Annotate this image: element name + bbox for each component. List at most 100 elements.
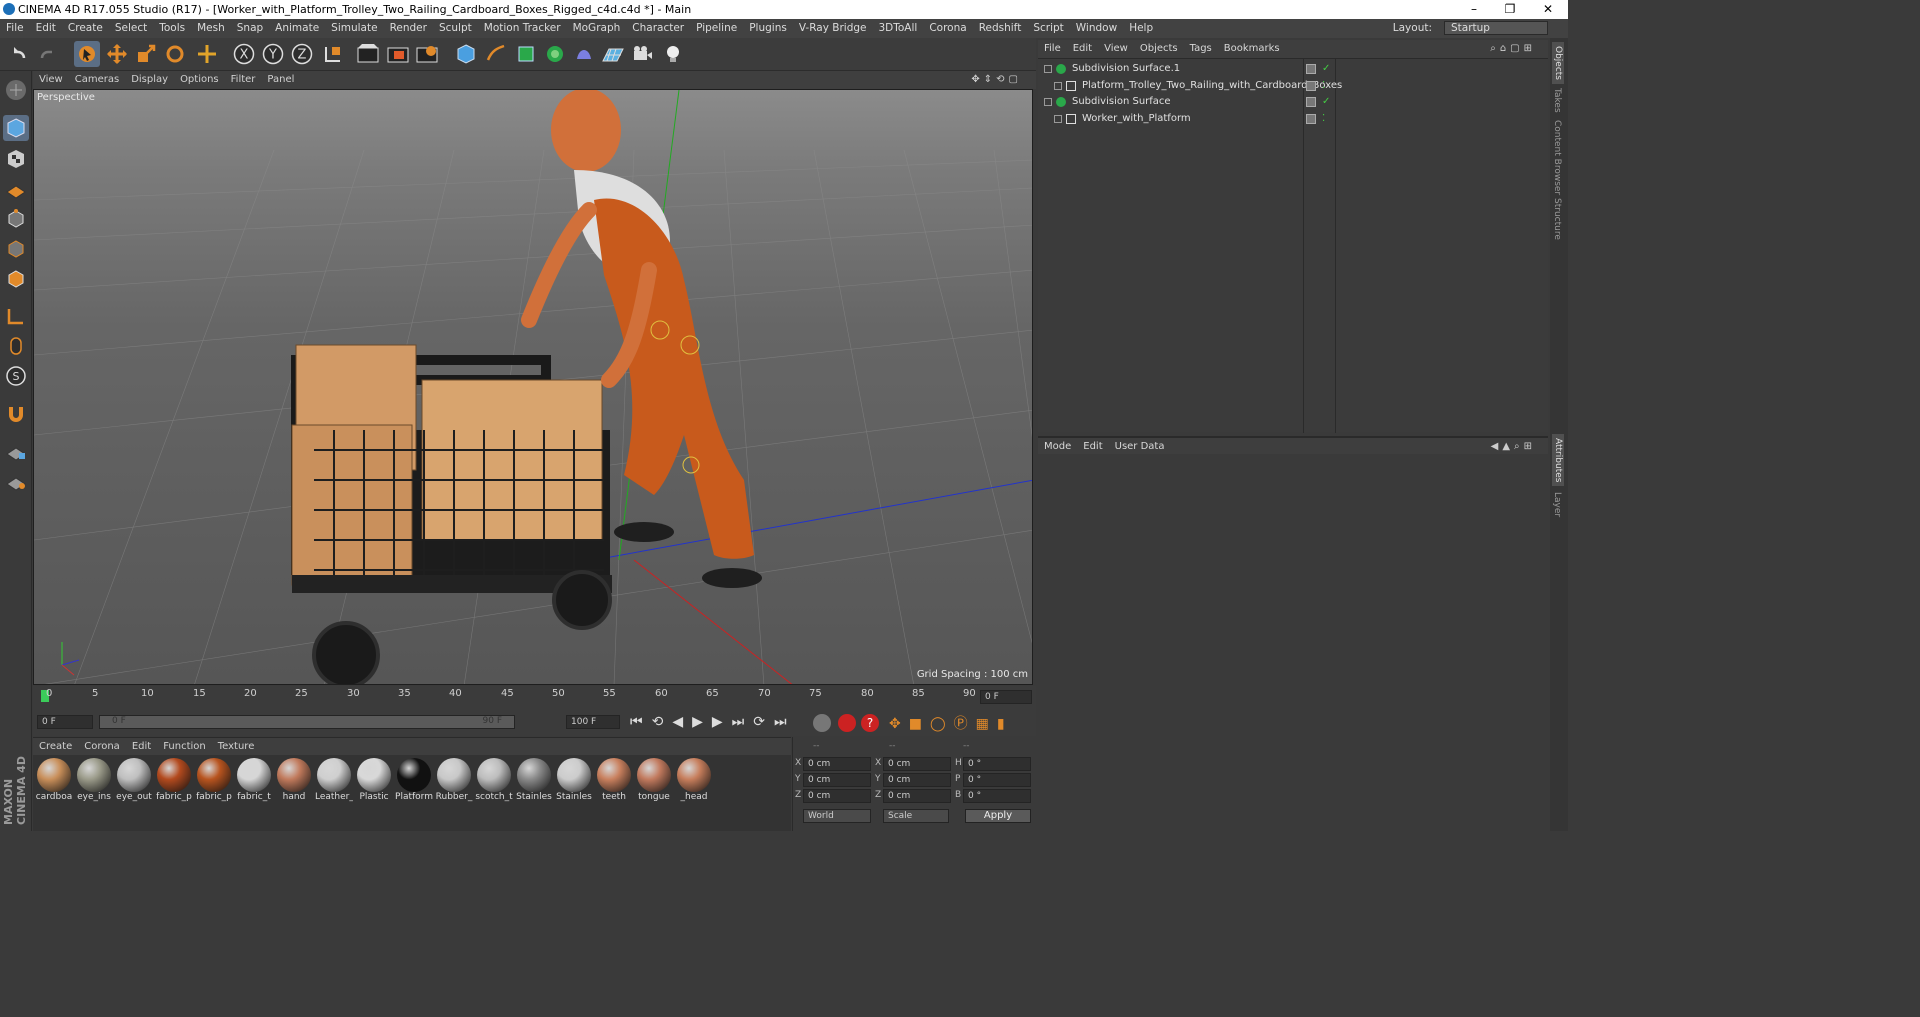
render-settings-icon[interactable] <box>414 41 440 67</box>
make-editable-icon[interactable] <box>3 77 29 103</box>
menu-mograph[interactable]: MoGraph <box>567 19 627 37</box>
material-swatch[interactable]: hand <box>275 757 313 805</box>
viewport-menu-view[interactable]: View <box>33 71 69 89</box>
mat-menu-function[interactable]: Function <box>157 738 212 756</box>
menu-redshift[interactable]: Redshift <box>973 19 1028 37</box>
object-name[interactable]: Subdivision Surface <box>1072 94 1171 110</box>
coord-value-field[interactable]: 0 cm <box>883 789 951 803</box>
keyframe-help-icon[interactable]: ? <box>861 714 879 732</box>
coord-value-field[interactable]: 0 ° <box>963 789 1031 803</box>
material-swatch[interactable]: Stainles <box>515 757 553 805</box>
z-axis-lock-button[interactable]: Z <box>289 41 315 67</box>
texture-mode-icon[interactable] <box>3 146 29 172</box>
material-swatch[interactable]: fabric_p <box>195 757 233 805</box>
expand-toggle-icon[interactable] <box>1044 65 1052 73</box>
menu-tools[interactable]: Tools <box>153 19 191 37</box>
tab-structure[interactable]: Structure <box>1552 198 1562 240</box>
object-manager-tools-icons[interactable]: ⌕⌂▢⊞ <box>1484 40 1542 58</box>
coord-value-field[interactable]: 0 ° <box>963 757 1031 771</box>
snap-icon[interactable]: S <box>3 363 29 389</box>
undo-icon[interactable] <box>6 41 32 67</box>
menu-snap[interactable]: Snap <box>231 19 269 37</box>
transform-tool-icon[interactable] <box>194 41 220 67</box>
tab-attributes[interactable]: Attributes <box>1552 434 1564 487</box>
pen-spline-icon[interactable] <box>483 41 509 67</box>
enabled-check-icon[interactable]: ✓ <box>1322 94 1330 110</box>
material-swatch[interactable]: Stainles <box>555 757 593 805</box>
object-row[interactable]: Subdivision Surface.1 ✓ <box>1038 61 1548 77</box>
expand-toggle-icon[interactable] <box>1044 98 1052 106</box>
current-frame-field[interactable]: 0 F <box>980 690 1032 704</box>
menu-window[interactable]: Window <box>1070 19 1123 37</box>
scale-tool-icon[interactable] <box>133 41 159 67</box>
move-tool-icon[interactable] <box>104 41 130 67</box>
menu-edit[interactable]: Edit <box>30 19 62 37</box>
render-dots-icon[interactable]: ⁚ <box>1322 78 1325 94</box>
material-swatch[interactable]: teeth <box>595 757 633 805</box>
material-swatch[interactable]: _head <box>675 757 713 805</box>
redo-icon[interactable] <box>34 41 60 67</box>
end-frame-field[interactable]: 100 F <box>566 715 620 729</box>
render-region-icon[interactable] <box>385 41 411 67</box>
render-view-icon[interactable] <box>355 41 381 67</box>
workplane-lock-icon[interactable] <box>3 438 29 464</box>
record-off-icon[interactable] <box>813 714 831 732</box>
workplane-mode-icon[interactable] <box>3 176 29 202</box>
obj-menu-view[interactable]: View <box>1098 40 1134 58</box>
coord-value-field[interactable]: 0 ° <box>963 773 1031 787</box>
material-swatch[interactable]: eye_out <box>115 757 153 805</box>
tab-takes[interactable]: Takes <box>1552 88 1562 113</box>
object-row[interactable]: Worker_with_Platform ⁚ <box>1038 111 1548 127</box>
object-name[interactable]: Subdivision Surface.1 <box>1072 61 1180 77</box>
tab-objects[interactable]: Objects <box>1552 42 1564 85</box>
playback-controls[interactable]: ⏮︎⟲◀︎▶︎▶︎⏭︎⟳⏭︎ <box>630 714 796 730</box>
object-row[interactable]: Platform_Trolley_Two_Railing_with_Cardbo… <box>1038 78 1548 94</box>
edges-mode-icon[interactable] <box>3 236 29 262</box>
minimize-button[interactable]: – <box>1456 0 1492 19</box>
array-cloner-icon[interactable] <box>542 41 568 67</box>
mat-menu-corona[interactable]: Corona <box>78 738 126 756</box>
material-swatch[interactable]: cardboa <box>35 757 73 805</box>
menu-select[interactable]: Select <box>109 19 153 37</box>
render-dots-icon[interactable]: ⁚ <box>1322 111 1325 127</box>
material-swatch[interactable]: fabric_t <box>235 757 273 805</box>
material-swatch[interactable]: fabric_p <box>155 757 193 805</box>
axis-mode-icon[interactable] <box>3 303 29 329</box>
expand-toggle-icon[interactable] <box>1054 114 1062 123</box>
key-track-icons[interactable]: ✥■◯Ⓟ▦▮ <box>889 713 1029 733</box>
start-frame-field[interactable]: 0 F <box>37 715 93 729</box>
material-swatch[interactable]: tongue <box>635 757 673 805</box>
apply-button[interactable]: Apply <box>965 809 1031 823</box>
material-swatch[interactable]: Leather_ <box>315 757 353 805</box>
workplane-snap-icon[interactable] <box>3 468 29 494</box>
mat-menu-create[interactable]: Create <box>33 738 78 756</box>
expand-toggle-icon[interactable] <box>1054 81 1062 90</box>
subdivision-surface-icon[interactable] <box>513 41 539 67</box>
menu-character[interactable]: Character <box>626 19 690 37</box>
menu-create[interactable]: Create <box>62 19 109 37</box>
obj-menu-file[interactable]: File <box>1038 40 1067 58</box>
floor-object-icon[interactable] <box>600 41 626 67</box>
viewport-nav-icons[interactable]: ✥⇕⟲▢ <box>965 71 1028 89</box>
menu-motion-tracker[interactable]: Motion Tracker <box>478 19 567 37</box>
x-axis-lock-button[interactable]: X <box>231 41 257 67</box>
menu-help[interactable]: Help <box>1123 19 1159 37</box>
coord-world-select[interactable]: World <box>803 809 871 823</box>
material-swatch[interactable]: Plastic <box>355 757 393 805</box>
frame-range-slider[interactable]: 0 F 90 F <box>99 715 515 729</box>
close-button[interactable]: ✕ <box>1530 0 1566 19</box>
coord-value-field[interactable]: 0 cm <box>803 789 871 803</box>
layer-visibility-icon[interactable] <box>1306 97 1316 107</box>
cube-object-icon[interactable] <box>453 41 479 67</box>
maximize-button[interactable]: ❐ <box>1492 0 1528 19</box>
coord-value-field[interactable]: 0 cm <box>883 757 951 771</box>
obj-menu-bookmarks[interactable]: Bookmarks <box>1218 40 1286 58</box>
object-name[interactable]: Worker_with_Platform <box>1082 111 1191 127</box>
menu-corona[interactable]: Corona <box>923 19 972 37</box>
mat-menu-texture[interactable]: Texture <box>212 738 261 756</box>
menu-animate[interactable]: Animate <box>269 19 325 37</box>
menu-script[interactable]: Script <box>1027 19 1069 37</box>
perspective-viewport[interactable]: Perspective Grid Spacing : 100 cm <box>33 89 1033 685</box>
light-object-icon[interactable] <box>660 41 686 67</box>
layer-visibility-icon[interactable] <box>1306 64 1316 74</box>
